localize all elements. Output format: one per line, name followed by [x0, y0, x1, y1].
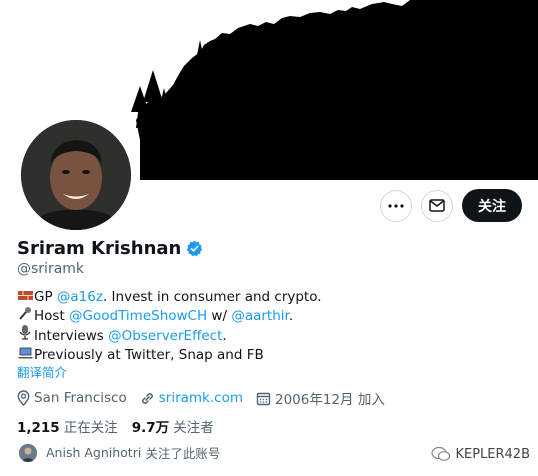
profile-meta: San Francisco sriramk.com 2006年12月 加入 [17, 388, 398, 408]
link-icon [141, 392, 153, 404]
following-stat[interactable]: 1,215 正在关注 [17, 416, 118, 436]
brick-icon [17, 288, 33, 306]
profile-stats: 1,215 正在关注 9.7万 关注者 [17, 416, 228, 436]
mention-link[interactable]: @aarthir [231, 308, 289, 324]
bio-line: Previously at Twitter, Snap and FB [17, 346, 517, 364]
more-options-button[interactable] [380, 189, 412, 222]
bio-line: Host @GoodTimeShowCH w/ @aarthir. [17, 306, 517, 325]
follower-avatar [19, 443, 37, 462]
mention-link[interactable]: @ObserverEffect [108, 328, 222, 344]
microphone-icon [17, 306, 33, 325]
website[interactable]: sriramk.com [140, 390, 243, 406]
verified-badge-icon [187, 240, 203, 257]
profile-bio: GP @a16z. Invest in consumer and crypto.… [17, 288, 517, 364]
profile-avatar[interactable] [17, 116, 135, 234]
location-pin-icon [17, 390, 30, 406]
studio-microphone-icon [17, 325, 33, 345]
followed-by[interactable]: Anish Agnihotri 关注了此账号 [19, 443, 220, 462]
profile-name-row: Sriram Krishnan [17, 238, 203, 259]
watermark: KEPLER42B [431, 446, 530, 462]
profile-handle: @sriramk [17, 261, 85, 277]
message-button[interactable] [421, 189, 453, 222]
calendar-icon [256, 392, 271, 405]
wechat-icon [431, 446, 451, 461]
website-link[interactable]: sriramk.com [159, 390, 243, 406]
mail-icon [429, 199, 445, 212]
profile-actions: 关注 [380, 189, 522, 222]
bio-line: GP @a16z. Invest in consumer and crypto. [17, 288, 517, 306]
followers-stat[interactable]: 9.7万 关注者 [132, 416, 214, 436]
join-date: 2006年12月 加入 [256, 388, 385, 408]
follow-button[interactable]: 关注 [462, 189, 522, 222]
location: San Francisco [17, 390, 127, 406]
translate-bio-link[interactable]: 翻译简介 [17, 362, 67, 381]
mention-link[interactable]: @a16z [57, 289, 103, 305]
mention-link[interactable]: @GoodTimeShowCH [69, 308, 207, 324]
bio-line: Interviews @ObserverEffect. [17, 325, 517, 345]
more-icon [388, 203, 404, 208]
profile-name: Sriram Krishnan [17, 238, 182, 259]
